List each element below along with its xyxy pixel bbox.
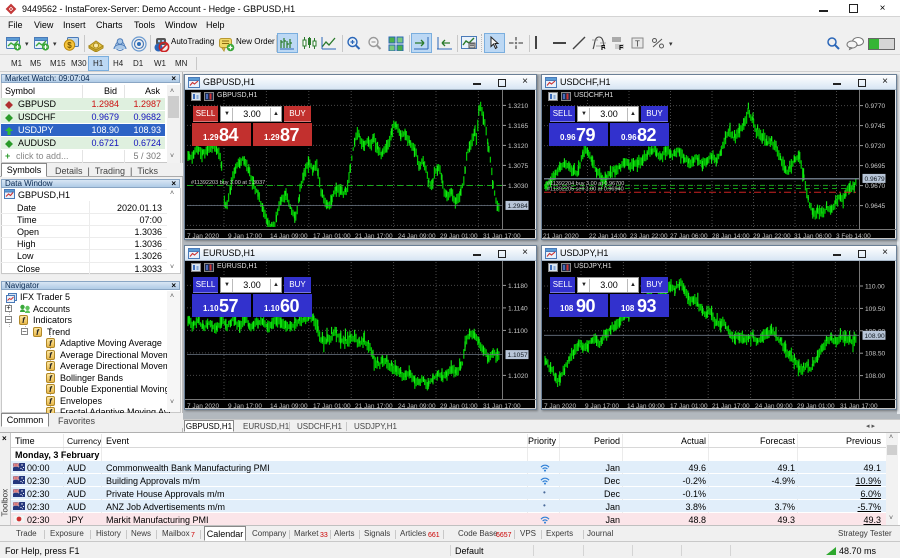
svg-text:31 Jan 17:00: 31 Jan 17:00 [840,403,878,409]
svg-text:110.00: 110.00 [865,284,885,291]
svg-text:14 Jan 09:00: 14 Jan 09:00 [627,403,665,409]
svg-text:22 Jan 14:00: 22 Jan 14:00 [589,233,627,239]
svg-text:1.1140: 1.1140 [508,305,528,312]
svg-text:1.1100: 1.1100 [508,328,528,335]
svg-text:1.1020: 1.1020 [508,373,529,380]
svg-text:3 Feb 14:00: 3 Feb 14:00 [836,233,871,239]
svg-text:24 Jan 09:00: 24 Jan 09:00 [398,233,436,239]
svg-text:0.9645: 0.9645 [865,203,886,210]
svg-text:1.1057: 1.1057 [508,352,529,359]
svg-text:23 Jan 22:00: 23 Jan 22:00 [630,233,668,239]
svg-text:1.3210: 1.3210 [508,103,529,110]
svg-text:#11392205 sell 3.00 at 0.96940: #11392205 sell 3.00 at 0.96940 [547,187,624,193]
svg-text:0.9770: 0.9770 [865,103,886,110]
svg-text:31 Jan 17:00: 31 Jan 17:00 [483,403,521,409]
svg-text:17 Jan 01:00: 17 Jan 01:00 [670,403,708,409]
svg-text:17 Jan 01:00: 17 Jan 01:00 [313,403,351,409]
svg-text:14 Jan 09:00: 14 Jan 09:00 [270,233,308,239]
svg-text:109.50: 109.50 [865,306,886,313]
svg-text:27 Jan 06:00: 27 Jan 06:00 [670,233,708,239]
svg-text:7 Jan 2020: 7 Jan 2020 [187,403,220,409]
svg-text:28 Jan 14:00: 28 Jan 14:00 [712,233,750,239]
svg-text:31 Jan 17:00: 31 Jan 17:00 [483,233,521,239]
svg-text:29 Jan 01:00: 29 Jan 01:00 [797,403,835,409]
svg-text:24 Jan 09:00: 24 Jan 09:00 [398,403,436,409]
svg-text:1.2984: 1.2984 [508,203,529,210]
svg-text:24 Jan 09:00: 24 Jan 09:00 [755,403,793,409]
svg-text:#11392203 buy 3.00 at 1.3037: #11392203 buy 3.00 at 1.3037 [191,180,265,186]
svg-text:1.3075: 1.3075 [508,163,529,170]
svg-text:1.1180: 1.1180 [508,283,528,290]
svg-text:7 Jan 2020: 7 Jan 2020 [187,233,220,239]
svg-text:29 Jan 22:00: 29 Jan 22:00 [753,233,791,239]
svg-text:0.9695: 0.9695 [865,163,886,170]
svg-text:21 Jan 2020: 21 Jan 2020 [543,233,579,239]
svg-text:1.3165: 1.3165 [508,123,529,130]
svg-text:31 Jan 06:00: 31 Jan 06:00 [794,233,832,239]
svg-text:108.50: 108.50 [865,351,886,358]
svg-text:0.9720: 0.9720 [865,143,886,150]
svg-text:21 Jan 17:00: 21 Jan 17:00 [355,233,393,239]
svg-text:108.90: 108.90 [865,333,886,340]
svg-text:0.9670: 0.9670 [865,183,886,190]
svg-text:9 Jan 17:00: 9 Jan 17:00 [585,403,619,409]
svg-text:14 Jan 09:00: 14 Jan 09:00 [270,403,308,409]
svg-text:29 Jan 01:00: 29 Jan 01:00 [440,403,478,409]
svg-text:21 Jan 17:00: 21 Jan 17:00 [355,403,393,409]
svg-text:0.9679: 0.9679 [865,176,886,183]
svg-text:1.3120: 1.3120 [508,143,529,150]
svg-text:F: F [601,45,606,51]
svg-text:108.00: 108.00 [865,373,886,380]
svg-text:9 Jan 17:00: 9 Jan 17:00 [228,233,262,239]
svg-text:1.3030: 1.3030 [508,183,529,190]
svg-text:T: T [635,40,640,49]
svg-text:17 Jan 01:00: 17 Jan 01:00 [313,233,351,239]
svg-text:7 Jan 2020: 7 Jan 2020 [544,403,577,409]
svg-text:0.9745: 0.9745 [865,123,886,130]
svg-text:21 Jan 17:00: 21 Jan 17:00 [712,403,750,409]
svg-text:29 Jan 01:00: 29 Jan 01:00 [440,233,478,239]
svg-text:F: F [619,45,624,50]
svg-text:9 Jan 17:00: 9 Jan 17:00 [228,403,262,409]
svg-text:$: $ [67,41,72,50]
